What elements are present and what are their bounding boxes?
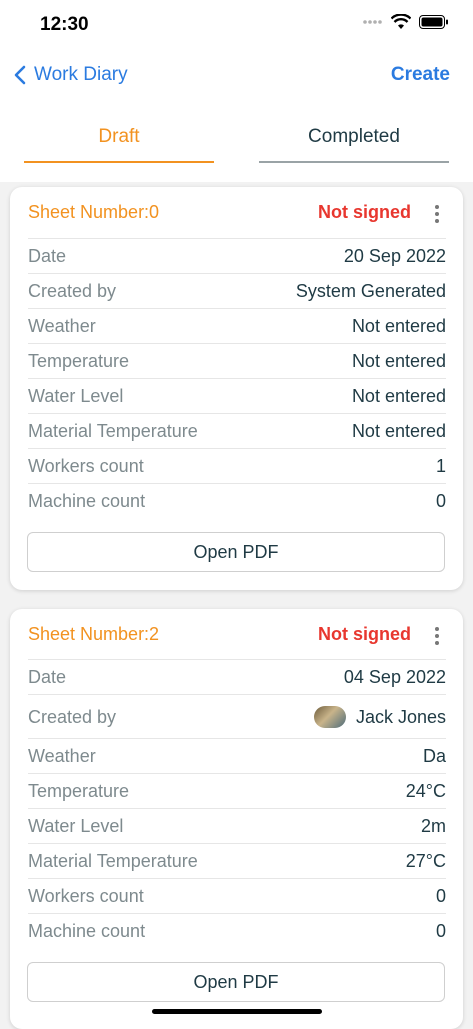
row-value: 0 xyxy=(435,921,446,941)
detail-row-created-by: Created by System Generated xyxy=(28,273,446,309)
detail-row-workers-count: Workers count 0 xyxy=(28,878,446,914)
tab-completed[interactable]: Completed xyxy=(259,126,449,148)
row-value: 27°C xyxy=(405,851,446,871)
detail-row-date: Date 04 Sep 2022 xyxy=(28,659,446,695)
row-value: 0 xyxy=(435,886,446,906)
back-label: Work Diary xyxy=(34,64,128,85)
row-value: 0 xyxy=(435,491,446,511)
status-time: 12:30 xyxy=(40,14,89,35)
row-value: System Generated xyxy=(295,281,446,301)
avatar xyxy=(313,706,346,728)
row-label: Machine count xyxy=(28,491,146,511)
sheet-number: Sheet Number:2 xyxy=(28,623,160,644)
wifi-icon xyxy=(391,14,411,29)
create-button[interactable]: Create xyxy=(391,64,450,86)
row-value: Not entered xyxy=(351,421,446,441)
row-label: Date xyxy=(28,667,67,687)
top-bar: 12:30 Work Diary Create Draft Completed xyxy=(0,0,473,182)
status-icons xyxy=(363,14,449,30)
row-label: Workers count xyxy=(28,456,144,476)
detail-row-material-temperature: Material Temperature 27°C xyxy=(28,843,446,879)
row-label: Machine count xyxy=(28,921,146,941)
row-label: Material Temperature xyxy=(28,851,198,871)
tab-indicator xyxy=(259,161,449,163)
row-value: Not entered xyxy=(351,351,446,371)
detail-row-machine-count: Machine count 0 xyxy=(28,483,446,519)
sheet-card[interactable]: Sheet Number:0 Not signed Date 20 Sep 20… xyxy=(10,187,463,590)
row-label: Temperature xyxy=(28,351,130,371)
row-label: Date xyxy=(28,246,67,266)
open-pdf-button[interactable]: Open PDF xyxy=(27,532,445,572)
sheet-card[interactable]: Sheet Number:2 Not signed Date 04 Sep 20… xyxy=(10,609,463,1029)
row-label: Created by xyxy=(28,706,117,727)
row-label: Weather xyxy=(28,316,96,336)
row-value: Da xyxy=(422,746,446,766)
detail-row-date: Date 20 Sep 2022 xyxy=(28,238,446,274)
creator-name: Jack Jones xyxy=(355,706,446,727)
status-badge: Not signed xyxy=(318,623,411,644)
row-value: 20 Sep 2022 xyxy=(343,246,446,266)
detail-row-created-by: Created by Jack Jones xyxy=(28,694,446,739)
detail-row-machine-count: Machine count 0 xyxy=(28,913,446,949)
detail-row-material-temperature: Material Temperature Not entered xyxy=(28,413,446,449)
battery-icon xyxy=(419,15,448,29)
detail-row-workers-count: Workers count 1 xyxy=(28,448,446,484)
row-label: Water Level xyxy=(28,816,124,836)
row-value: 2m xyxy=(420,816,446,836)
row-label: Temperature xyxy=(28,781,130,801)
row-label: Weather xyxy=(28,746,96,766)
row-label: Created by xyxy=(28,281,117,301)
row-value: Jack Jones xyxy=(313,706,446,728)
row-value: 1 xyxy=(435,456,446,476)
detail-row-water-level: Water Level 2m xyxy=(28,808,446,844)
card-header: Sheet Number:0 Not signed xyxy=(28,187,445,237)
detail-row-weather: Weather Not entered xyxy=(28,308,446,344)
signal-icon xyxy=(363,20,382,24)
more-icon[interactable] xyxy=(435,205,439,226)
back-button[interactable]: Work Diary xyxy=(14,64,128,86)
row-label: Water Level xyxy=(28,386,124,406)
tab-indicator-active xyxy=(24,161,214,163)
sheet-number: Sheet Number:0 xyxy=(28,201,160,222)
open-pdf-button[interactable]: Open PDF xyxy=(27,962,445,1002)
detail-row-water-level: Water Level Not entered xyxy=(28,378,446,414)
more-icon[interactable] xyxy=(435,627,439,648)
home-indicator xyxy=(152,1009,322,1014)
card-header: Sheet Number:2 Not signed xyxy=(28,609,445,659)
detail-row-weather: Weather Da xyxy=(28,738,446,774)
status-badge: Not signed xyxy=(318,201,411,222)
row-value: Not entered xyxy=(351,386,446,406)
row-value: 24°C xyxy=(405,781,446,801)
detail-row-temperature: Temperature Not entered xyxy=(28,343,446,379)
chevron-left-icon xyxy=(14,65,26,85)
row-value: 04 Sep 2022 xyxy=(343,667,446,687)
row-label: Workers count xyxy=(28,886,144,906)
detail-row-temperature: Temperature 24°C xyxy=(28,773,446,809)
row-label: Material Temperature xyxy=(28,421,198,441)
tab-draft[interactable]: Draft xyxy=(24,126,214,148)
row-value: Not entered xyxy=(351,316,446,336)
